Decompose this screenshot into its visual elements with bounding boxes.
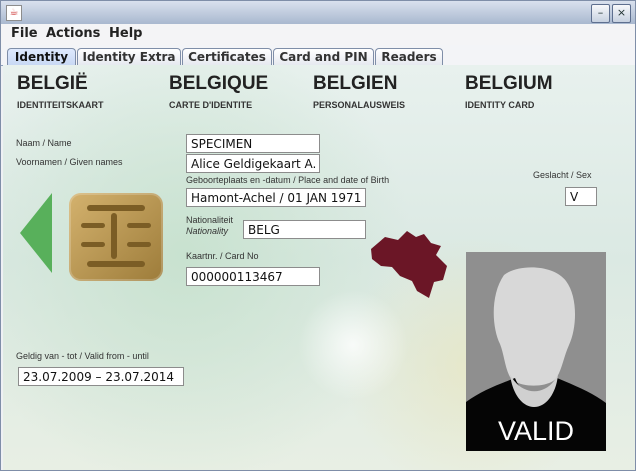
tab-card-and-pin[interactable]: Card and PIN bbox=[273, 48, 374, 65]
sex-field: V bbox=[565, 187, 597, 206]
given-names-label: Voornamen / Given names bbox=[16, 157, 123, 167]
country-fr: BELGIQUE bbox=[169, 73, 269, 94]
title-bar: ☕ – × bbox=[1, 1, 635, 25]
menu-help[interactable]: Help bbox=[109, 26, 142, 41]
menu-actions[interactable]: Actions bbox=[46, 26, 100, 41]
country-nl: BELGIË bbox=[17, 73, 88, 94]
sex-label: Geslacht / Sex bbox=[533, 170, 592, 180]
tab-bar: Identity Identity Extra Certificates Car… bbox=[1, 45, 635, 66]
doc-type-en: IDENTITY CARD bbox=[465, 100, 535, 110]
name-label: Naam / Name bbox=[16, 138, 72, 148]
nationality-field: BELG bbox=[243, 220, 366, 239]
holder-photo: VALID bbox=[466, 252, 606, 451]
menu-file[interactable]: File bbox=[11, 26, 38, 41]
doc-type-fr: CARTE D'IDENTITE bbox=[169, 100, 253, 110]
smartcard-chip-icon bbox=[69, 193, 163, 281]
java-icon: ☕ bbox=[6, 5, 22, 21]
country-en: BELGIUM bbox=[465, 73, 553, 94]
left-arrow-icon bbox=[20, 193, 52, 273]
card-number-field: 000000113467 bbox=[186, 267, 320, 286]
minimize-button[interactable]: – bbox=[591, 4, 610, 23]
tab-identity[interactable]: Identity bbox=[7, 48, 76, 65]
birth-field: Hamont-Achel / 01 JAN 1971 bbox=[186, 188, 366, 207]
validity-label: Geldig van - tot / Valid from - until bbox=[16, 351, 149, 361]
nationality-label-nl: Nationaliteit bbox=[186, 215, 234, 225]
doc-type-de: PERSONALAUSWEIS bbox=[313, 100, 406, 110]
card-number-label: Kaartnr. / Card No bbox=[186, 251, 259, 261]
given-names-field: Alice Geldigekaart A. bbox=[186, 154, 320, 173]
doc-type-nl: IDENTITEITSKAART bbox=[17, 100, 104, 110]
country-de: BELGIEN bbox=[313, 73, 398, 94]
close-button[interactable]: × bbox=[612, 4, 631, 23]
identity-card-panel: BELGIË BELGIQUE BELGIEN BELGIUM IDENTITE… bbox=[3, 65, 635, 470]
name-field: SPECIMEN bbox=[186, 134, 320, 153]
tab-identity-extra[interactable]: Identity Extra bbox=[77, 48, 181, 65]
tab-readers[interactable]: Readers bbox=[375, 48, 443, 65]
validity-field: 23.07.2009 – 23.07.2014 bbox=[18, 367, 184, 386]
photo-valid-text: VALID bbox=[497, 416, 575, 446]
app-window: ☕ – × File Actions Help Identity Identit… bbox=[0, 0, 636, 471]
birth-label: Geboorteplaats en -datum / Place and dat… bbox=[186, 175, 390, 185]
belgium-map-icon bbox=[371, 231, 447, 298]
menu-bar: File Actions Help bbox=[1, 24, 635, 45]
nationality-label-en: Nationality bbox=[186, 226, 229, 236]
tab-certificates[interactable]: Certificates bbox=[182, 48, 272, 65]
